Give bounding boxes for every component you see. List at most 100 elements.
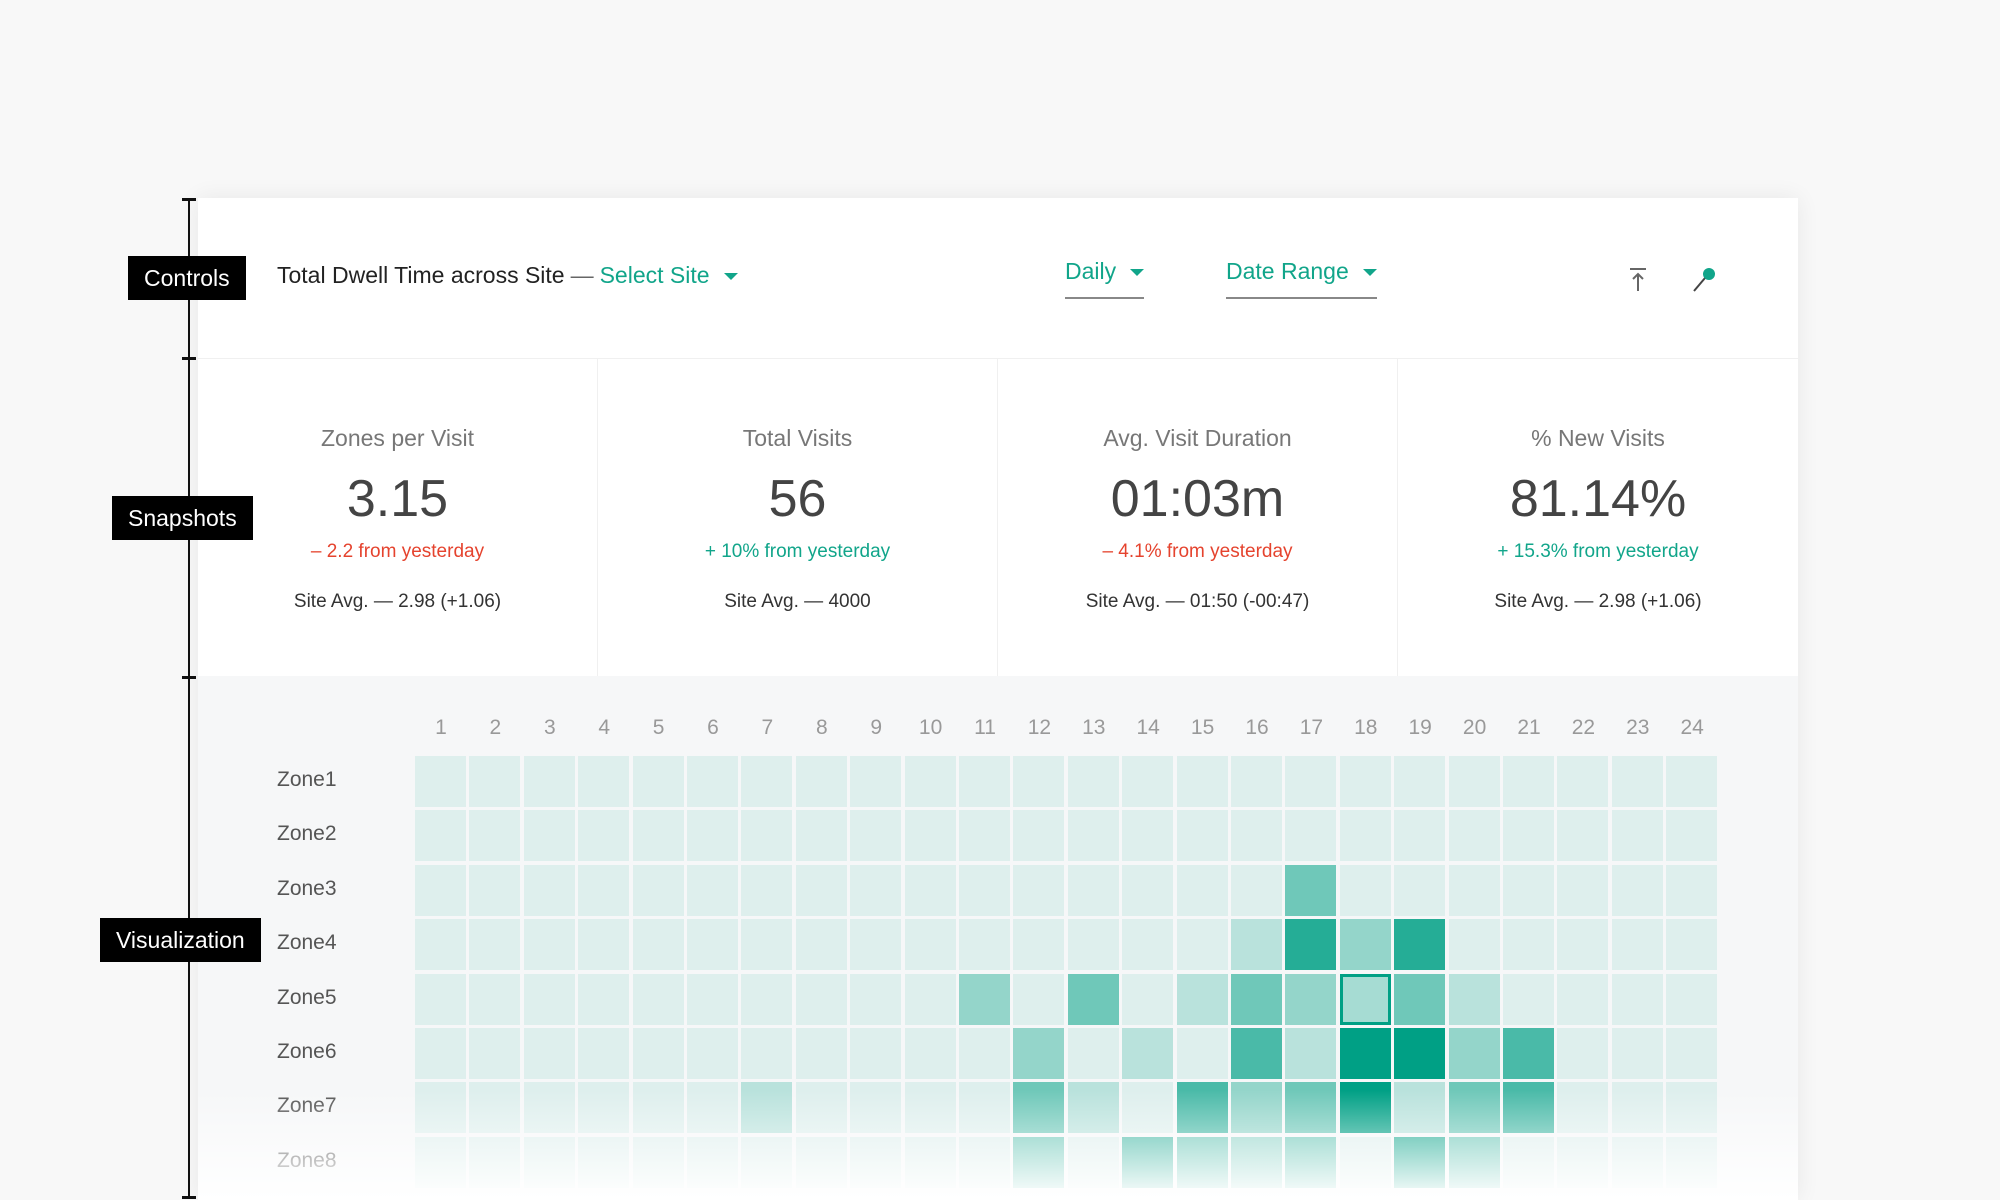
heatmap-cell[interactable]	[1611, 810, 1663, 862]
heatmap-cell[interactable]	[1231, 1028, 1282, 1079]
heatmap-cell[interactable]	[1666, 919, 1718, 971]
heatmap-cell[interactable]	[469, 756, 521, 807]
heatmap-cell[interactable]	[1285, 919, 1337, 971]
heatmap-cell[interactable]	[1013, 1028, 1065, 1079]
heatmap-cell[interactable]	[904, 973, 956, 1025]
heatmap-cell[interactable]	[1176, 756, 1228, 807]
heatmap-cell[interactable]	[632, 864, 684, 916]
heatmap-cell[interactable]	[1122, 1028, 1174, 1079]
heatmap-cell[interactable]	[1339, 810, 1391, 862]
heatmap-cell[interactable]	[1176, 973, 1228, 1025]
heatmap-cell[interactable]	[1067, 864, 1119, 916]
heatmap-cell[interactable]	[1666, 973, 1718, 1025]
heatmap-cell[interactable]	[1339, 919, 1391, 971]
heatmap-cell[interactable]	[1557, 810, 1609, 862]
heatmap-cell[interactable]	[1339, 864, 1391, 916]
heatmap-cell[interactable]	[1557, 864, 1609, 916]
heatmap-cell[interactable]	[687, 919, 738, 971]
heatmap-cell[interactable]	[1122, 810, 1174, 862]
heatmap-cell[interactable]	[578, 864, 630, 916]
heatmap-cell[interactable]	[1067, 1028, 1119, 1079]
heatmap-cell[interactable]	[1448, 756, 1500, 807]
heatmap-cell[interactable]	[1013, 756, 1065, 807]
heatmap-cell[interactable]	[523, 864, 575, 916]
heatmap-cell[interactable]	[1231, 756, 1282, 807]
heatmap-cell[interactable]	[1394, 810, 1446, 862]
heatmap-cell[interactable]	[1394, 864, 1446, 916]
heatmap-cell[interactable]	[1394, 919, 1446, 971]
heatmap-cell[interactable]	[1557, 973, 1609, 1025]
heatmap-cell[interactable]	[795, 919, 847, 971]
heatmap-cell[interactable]	[1067, 810, 1119, 862]
heatmap-cell[interactable]	[469, 864, 521, 916]
heatmap-cell[interactable]	[1666, 1028, 1718, 1079]
heatmap-cell[interactable]	[1176, 1028, 1228, 1079]
heatmap-cell[interactable]	[904, 1028, 956, 1079]
heatmap-cell[interactable]	[523, 810, 575, 862]
heatmap-cell[interactable]	[1611, 864, 1663, 916]
heatmap-cell[interactable]	[1557, 756, 1609, 807]
heatmap-cell[interactable]	[523, 756, 575, 807]
heatmap-cell[interactable]	[1611, 973, 1663, 1025]
heatmap-cell[interactable]	[1394, 1028, 1446, 1079]
heatmap-cell[interactable]	[1122, 756, 1174, 807]
heatmap-cell[interactable]	[1448, 919, 1500, 971]
heatmap-cell[interactable]	[959, 919, 1010, 971]
heatmap-cell[interactable]	[1013, 973, 1065, 1025]
heatmap-cell[interactable]	[415, 864, 466, 916]
heatmap-cell[interactable]	[741, 756, 793, 807]
heatmap-cell[interactable]	[1666, 756, 1718, 807]
heatmap-cell[interactable]	[959, 1028, 1010, 1079]
heatmap-cell[interactable]	[578, 756, 630, 807]
heatmap-cell[interactable]	[959, 810, 1010, 862]
heatmap-cell[interactable]	[632, 973, 684, 1025]
heatmap-cell[interactable]	[1448, 973, 1500, 1025]
heatmap-cell[interactable]	[1013, 810, 1065, 862]
heatmap-cell[interactable]	[1285, 973, 1337, 1025]
heatmap-cell[interactable]	[1176, 810, 1228, 862]
heatmap-cell[interactable]	[1122, 973, 1174, 1025]
heatmap-cell[interactable]	[523, 919, 575, 971]
heatmap-cell[interactable]	[415, 1028, 466, 1079]
heatmap-cell[interactable]	[1503, 864, 1554, 916]
heatmap-cell[interactable]	[1611, 1028, 1663, 1079]
heatmap-cell[interactable]	[1503, 919, 1554, 971]
heatmap-cell[interactable]	[1176, 864, 1228, 916]
heatmap-cell[interactable]	[795, 756, 847, 807]
pin-button[interactable]	[1691, 264, 1721, 294]
heatmap-cell[interactable]	[1231, 810, 1282, 862]
heatmap-cell[interactable]	[850, 864, 902, 916]
heatmap-cell[interactable]	[1339, 756, 1391, 807]
heatmap-cell[interactable]	[1176, 919, 1228, 971]
heatmap-cell[interactable]	[1611, 756, 1663, 807]
heatmap-cell[interactable]	[1122, 919, 1174, 971]
heatmap-cell[interactable]	[469, 919, 521, 971]
heatmap-cell[interactable]	[578, 919, 630, 971]
heatmap-cell[interactable]	[1285, 1028, 1337, 1079]
heatmap-cell[interactable]	[415, 756, 466, 807]
heatmap-cell[interactable]	[1067, 756, 1119, 807]
heatmap-cell[interactable]	[904, 864, 956, 916]
heatmap-cell[interactable]	[415, 810, 466, 862]
heatmap-cell[interactable]	[1503, 1028, 1554, 1079]
heatmap-cell[interactable]	[741, 919, 793, 971]
heatmap-cell[interactable]	[1448, 1028, 1500, 1079]
heatmap-cell[interactable]	[687, 1028, 738, 1079]
heatmap-cell[interactable]	[469, 973, 521, 1025]
heatmap-cell[interactable]	[741, 1028, 793, 1079]
heatmap-cell[interactable]	[632, 919, 684, 971]
heatmap-cell[interactable]	[632, 1028, 684, 1079]
heatmap-cell[interactable]	[850, 810, 902, 862]
heatmap-cell[interactable]	[795, 1028, 847, 1079]
heatmap-cell[interactable]	[687, 973, 738, 1025]
heatmap-cell[interactable]	[795, 810, 847, 862]
heatmap-cell[interactable]	[741, 810, 793, 862]
heatmap-cell[interactable]	[1666, 864, 1718, 916]
heatmap-cell[interactable]	[523, 1028, 575, 1079]
heatmap-cell[interactable]	[1394, 973, 1446, 1025]
heatmap-cell[interactable]	[1448, 864, 1500, 916]
heatmap-cell[interactable]	[1067, 973, 1119, 1025]
heatmap-cell[interactable]	[1285, 756, 1337, 807]
heatmap-cell[interactable]	[1067, 919, 1119, 971]
heatmap-cell[interactable]	[741, 973, 793, 1025]
